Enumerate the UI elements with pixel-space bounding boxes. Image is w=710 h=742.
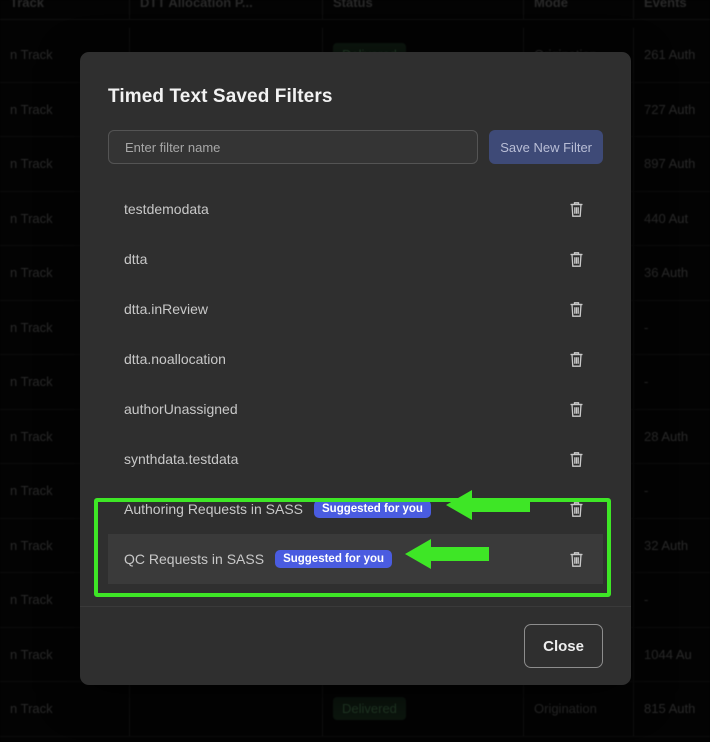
trash-icon[interactable]	[565, 448, 587, 470]
filter-name-label: synthdata.testdata	[124, 451, 239, 467]
filter-name-label: dtta	[124, 251, 148, 267]
filter-name-input[interactable]	[108, 130, 479, 164]
filter-name-label: dtta.noallocation	[124, 351, 226, 367]
filter-name-label: authorUnassigned	[124, 401, 238, 417]
filter-list-item[interactable]: Authoring Requests in SASS Suggested for …	[108, 484, 603, 534]
trash-icon[interactable]	[565, 248, 587, 270]
create-filter-row: Save New Filter	[80, 108, 631, 164]
saved-filters-dialog: Timed Text Saved Filters Save New Filter…	[80, 52, 631, 685]
filter-list-item[interactable]: testdemodata	[108, 184, 603, 234]
filter-list-item[interactable]: authorUnassigned	[108, 384, 603, 434]
suggested-for-you-badge: Suggested for you	[275, 550, 393, 568]
filter-list-item[interactable]: dtta.inReview	[108, 284, 603, 334]
trash-icon[interactable]	[565, 548, 587, 570]
dialog-footer: Close	[80, 606, 631, 685]
saved-filters-list: testdemodata dtta dtta.inReview dtta.noallo…	[80, 184, 631, 606]
filter-list-item[interactable]: synthdata.testdata	[108, 434, 603, 484]
filter-name-label: QC Requests in SASS	[124, 551, 265, 567]
filter-list-item[interactable]: dtta.noallocation	[108, 334, 603, 384]
filter-name-label: Authoring Requests in SASS	[124, 501, 303, 517]
trash-icon[interactable]	[565, 498, 587, 520]
filter-name-label: dtta.inReview	[124, 301, 209, 317]
filter-list-item[interactable]: QC Requests in SASS Suggested for you	[108, 534, 603, 584]
trash-icon[interactable]	[565, 348, 587, 370]
dialog-title: Timed Text Saved Filters	[108, 86, 333, 107]
filter-list-item[interactable]: dtta	[108, 234, 603, 284]
suggested-for-you-badge: Suggested for you	[314, 500, 431, 518]
trash-icon[interactable]	[565, 198, 587, 220]
close-button[interactable]: Close	[524, 624, 603, 668]
filter-name-label: testdemodata	[124, 201, 209, 217]
trash-icon[interactable]	[565, 398, 587, 420]
save-new-filter-button[interactable]: Save New Filter	[489, 130, 603, 164]
trash-icon[interactable]	[565, 298, 587, 320]
